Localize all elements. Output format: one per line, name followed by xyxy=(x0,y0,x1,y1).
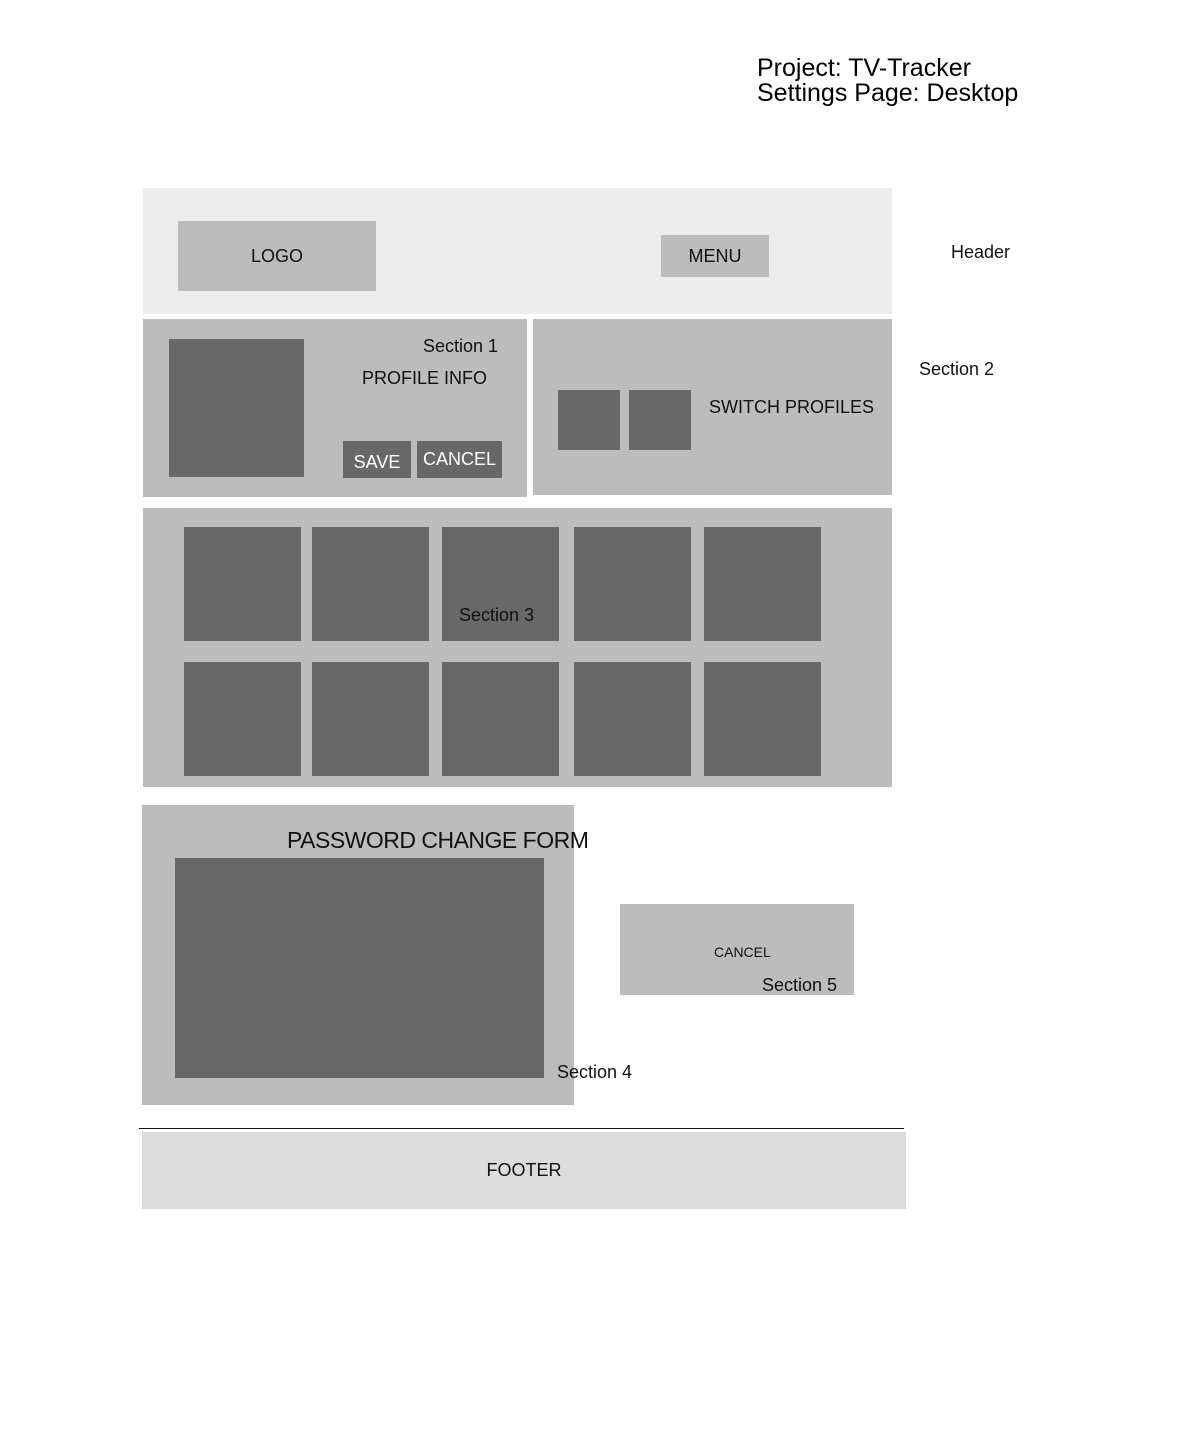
password-form-area[interactable] xyxy=(175,858,544,1078)
grid-tile[interactable] xyxy=(312,662,429,776)
page-name: Settings Page: Desktop xyxy=(757,79,1019,107)
grid-tile[interactable] xyxy=(442,662,559,776)
footer-block: FOOTER xyxy=(142,1132,906,1209)
header-annotation: Header xyxy=(951,242,1011,262)
section2-annotation: Section 2 xyxy=(919,359,995,379)
cancel-label: CANCEL xyxy=(422,449,497,469)
section3-annotation: Section 3 xyxy=(459,605,535,625)
menu-label: MENU xyxy=(688,245,742,266)
profile-info-title: PROFILE INFO xyxy=(362,368,488,388)
logo-placeholder[interactable]: LOGO xyxy=(178,221,376,291)
footer-label: FOOTER xyxy=(486,1160,562,1180)
section5-annotation: Section 5 xyxy=(762,975,838,995)
grid-tile[interactable] xyxy=(312,527,429,641)
save-label: SAVE xyxy=(353,452,401,472)
section1-annotation: Section 1 xyxy=(423,336,499,356)
section5-cancel-label: CANCEL xyxy=(714,944,771,960)
grid-tile[interactable] xyxy=(184,662,301,776)
logo-label: LOGO xyxy=(250,245,303,266)
grid-tile[interactable] xyxy=(574,662,691,776)
profile-thumb-2[interactable] xyxy=(629,390,691,450)
password-form-title: PASSWORD CHANGE FORM xyxy=(287,827,589,853)
menu-button[interactable]: MENU xyxy=(661,235,769,277)
grid-tile[interactable] xyxy=(574,527,691,641)
grid-tile[interactable] xyxy=(184,527,301,641)
grid-tile[interactable] xyxy=(704,527,821,641)
project-name: Project: TV-Tracker xyxy=(757,54,971,82)
footer-divider xyxy=(139,1128,904,1129)
profile-thumb-1[interactable] xyxy=(558,390,620,450)
project-title: Project: TV-Tracker Settings Page: Deskt… xyxy=(757,56,1018,106)
switch-profiles-title: SWITCH PROFILES xyxy=(709,397,875,417)
cancel-button[interactable]: CANCEL xyxy=(417,441,502,478)
grid-tile[interactable] xyxy=(704,662,821,776)
profile-avatar-placeholder xyxy=(169,339,304,477)
section4-annotation: Section 4 xyxy=(557,1062,633,1082)
save-button[interactable]: SAVE xyxy=(343,441,411,478)
